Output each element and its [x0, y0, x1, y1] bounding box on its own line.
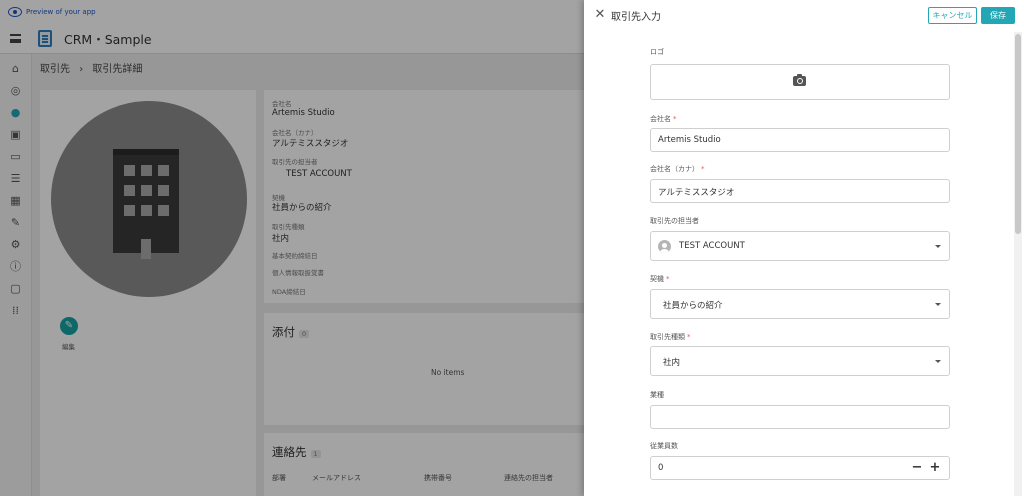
owner-select-value: TEST ACCOUNT — [679, 241, 745, 251]
scrollbar-thumb[interactable] — [1015, 34, 1021, 234]
employees-input-value[interactable]: 0 — [658, 463, 663, 473]
logo-label: ロゴ — [650, 48, 664, 56]
owner-select[interactable]: TEST ACCOUNT — [650, 231, 950, 261]
chevron-down-icon[interactable] — [935, 302, 941, 306]
chevron-down-icon[interactable] — [935, 244, 941, 248]
edit-drawer: ✕ 取引先入力 キャンセル 保存 ロゴ 会社名 * Artemis Studio … — [584, 0, 1024, 496]
increment-button[interactable]: + — [928, 460, 942, 476]
type-select[interactable]: 社内 — [650, 346, 950, 376]
company-name-input-value[interactable]: Artemis Studio — [658, 135, 721, 145]
trigger-field-label: 契機 * — [650, 275, 670, 283]
company-kana-field[interactable]: アルテミススタジオ — [650, 179, 950, 203]
avatar — [658, 240, 671, 253]
industry-field-label: 業種 — [650, 391, 664, 399]
cancel-button[interactable]: キャンセル — [928, 7, 977, 24]
trigger-select[interactable]: 社員からの紹介 — [650, 289, 950, 319]
type-select-value: 社内 — [663, 358, 681, 368]
owner-field-label: 取引先の担当者 — [650, 217, 699, 225]
save-button[interactable]: 保存 — [981, 7, 1015, 24]
logo-upload[interactable] — [650, 64, 950, 100]
type-field-label: 取引先種類 * — [650, 333, 691, 341]
modal-backdrop[interactable] — [0, 0, 584, 496]
drawer-title: 取引先入力 — [611, 12, 661, 23]
close-icon[interactable]: ✕ — [592, 7, 608, 23]
trigger-select-value: 社員からの紹介 — [663, 301, 723, 311]
camera-icon[interactable] — [793, 74, 806, 86]
chevron-down-icon[interactable] — [935, 359, 941, 363]
decrement-button[interactable]: − — [910, 460, 924, 476]
company-kana-field-label: 会社名（カナ） * — [650, 165, 705, 173]
employees-field-label: 従業員数 — [650, 442, 678, 450]
company-name-field-label: 会社名 * — [650, 115, 677, 123]
company-name-field[interactable]: Artemis Studio — [650, 128, 950, 152]
employees-stepper[interactable]: 0 − + — [650, 456, 950, 480]
industry-field[interactable] — [650, 405, 950, 429]
company-kana-input-value[interactable]: アルテミススタジオ — [658, 186, 734, 198]
